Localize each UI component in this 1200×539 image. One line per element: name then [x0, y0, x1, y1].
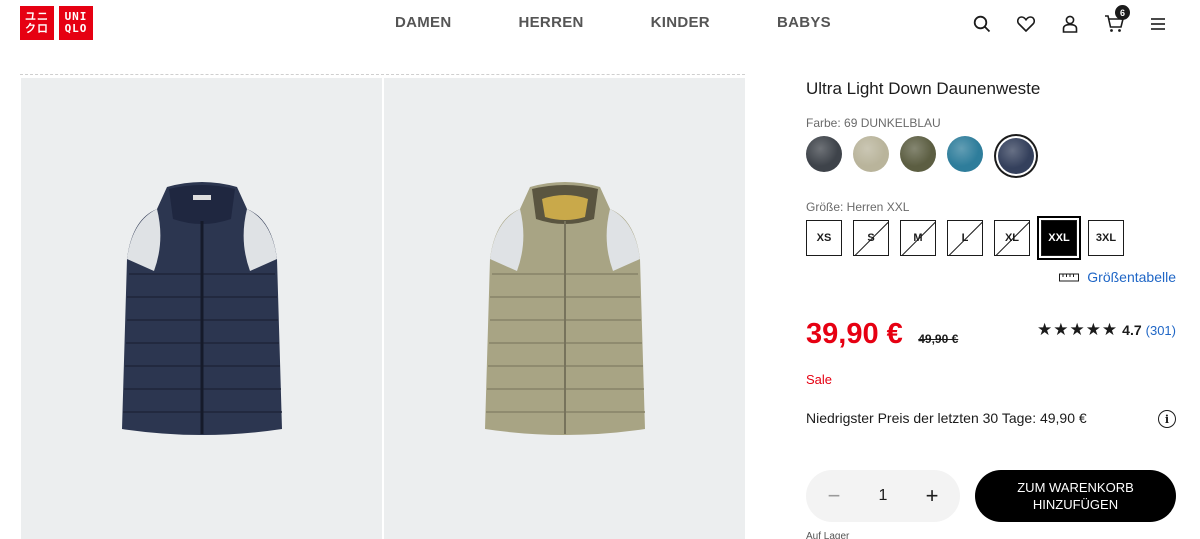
- size-option-xs[interactable]: XS: [806, 220, 842, 256]
- search-icon[interactable]: [970, 12, 994, 36]
- product-info-panel: Ultra Light Down Daunenweste Farbe: 69 D…: [806, 78, 1176, 539]
- price-row: 39,90 € 49,90 € ★★★★★ 4.7 (301): [806, 318, 1176, 351]
- info-icon[interactable]: i: [1158, 410, 1176, 428]
- uniqlo-logo[interactable]: ユニ クロ UNI QLO: [20, 6, 93, 40]
- increase-quantity-button[interactable]: +: [922, 483, 942, 509]
- color-swatch-olive[interactable]: [900, 136, 936, 172]
- size-option-l[interactable]: L: [947, 220, 983, 256]
- size-chart-link[interactable]: Größentabelle: [1059, 269, 1176, 285]
- size-option-s[interactable]: S: [853, 220, 889, 256]
- nav-damen[interactable]: DAMEN: [395, 14, 452, 31]
- quantity-stepper: − 1 +: [806, 470, 960, 522]
- stock-status: Auf Lager: [806, 531, 850, 539]
- product-image-navy[interactable]: [21, 78, 382, 539]
- user-icon[interactable]: [1058, 12, 1082, 36]
- menu-icon[interactable]: [1146, 12, 1170, 36]
- product-gallery: [21, 78, 745, 539]
- logo-katakana: ユニ クロ: [20, 6, 54, 40]
- logo-latin: UNI QLO: [59, 6, 93, 40]
- color-swatches: [806, 136, 1034, 174]
- size-option-m[interactable]: M: [900, 220, 936, 256]
- add-to-cart-label: ZUM WARENKORB HINZUFÜGEN: [1017, 480, 1134, 512]
- original-price: 49,90 €: [918, 332, 959, 346]
- product-image-beige[interactable]: [384, 78, 745, 539]
- nav-babys[interactable]: BABYS: [777, 14, 831, 31]
- heart-icon[interactable]: [1014, 12, 1038, 36]
- color-swatch-dunkelblau[interactable]: [998, 138, 1034, 174]
- header-divider: [20, 74, 745, 75]
- header-icons: 6: [970, 5, 1170, 36]
- size-selector: XS S M L XL XXL 3XL: [806, 216, 1124, 260]
- rating[interactable]: ★★★★★ 4.7 (301): [1037, 320, 1176, 340]
- product-title: Ultra Light Down Daunenweste: [806, 79, 1041, 98]
- rating-value: 4.7: [1122, 322, 1142, 338]
- main-nav: DAMEN HERREN KINDER BABYS: [395, 14, 831, 31]
- ruler-icon: [1059, 273, 1080, 282]
- color-swatch-dunkelgrau[interactable]: [806, 136, 842, 172]
- color-swatch-beige[interactable]: [853, 136, 889, 172]
- size-chart-label: Größentabelle: [1087, 269, 1176, 285]
- quantity-value[interactable]: 1: [879, 487, 888, 505]
- color-swatch-blau[interactable]: [947, 136, 983, 172]
- size-option-3xl[interactable]: 3XL: [1088, 220, 1124, 256]
- review-count-link[interactable]: (301): [1146, 323, 1176, 338]
- cart-count-badge: 6: [1115, 5, 1130, 20]
- nav-kinder[interactable]: KINDER: [651, 14, 710, 31]
- size-option-xl[interactable]: XL: [994, 220, 1030, 256]
- lowest-price-info: Niedrigster Preis der letzten 30 Tage: 4…: [806, 410, 1176, 428]
- color-label: Farbe: 69 DUNKELBLAU: [806, 116, 941, 130]
- add-to-cart-button[interactable]: ZUM WARENKORB HINZUFÜGEN: [975, 470, 1176, 522]
- size-label: Größe: Herren XXL: [806, 200, 910, 214]
- nav-herren[interactable]: HERREN: [519, 14, 584, 31]
- cart-icon[interactable]: 6: [1102, 5, 1130, 36]
- site-header: ユニ クロ UNI QLO DAMEN HERREN KINDER BABYS …: [0, 0, 1200, 56]
- lowest-price-text: Niedrigster Preis der letzten 30 Tage: 4…: [806, 410, 1087, 426]
- size-option-xxl[interactable]: XXL: [1037, 216, 1081, 260]
- sale-label: Sale: [806, 372, 833, 387]
- decrease-quantity-button[interactable]: −: [824, 483, 844, 509]
- star-rating-icons: ★★★★★: [1036, 320, 1119, 339]
- sale-price: 39,90 €: [806, 318, 903, 350]
